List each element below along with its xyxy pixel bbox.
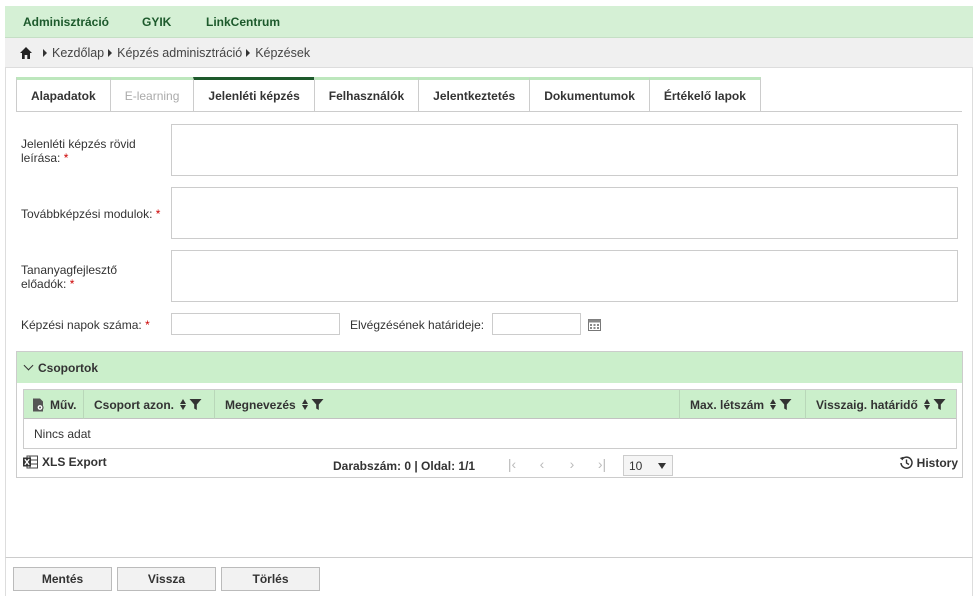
pager: |‹ ‹ › ›|: [497, 455, 617, 473]
empty-row: Nincs adat: [34, 426, 91, 441]
groups-title: Csoportok: [38, 360, 98, 375]
tab-documents[interactable]: Dokumentumok: [529, 77, 649, 112]
filter-icon[interactable]: [779, 398, 792, 411]
tab-enrollment[interactable]: Jelentkeztetés: [418, 77, 530, 112]
required-mark: *: [69, 277, 75, 291]
last-page-icon[interactable]: ›|: [587, 455, 617, 473]
sort-icon[interactable]: [770, 399, 777, 410]
breadcrumb-separator-icon: [108, 48, 113, 57]
top-navigation: Adminisztráció GYIK LinkCentrum: [5, 6, 973, 38]
calendar-icon[interactable]: [588, 318, 601, 331]
presenters-label: Tananyagfejlesztő előadók: *: [21, 263, 118, 291]
record-count: Darabszám: 0 | Oldal: 1/1: [333, 459, 476, 473]
nav-linkcentrum[interactable]: LinkCentrum: [206, 15, 280, 29]
sort-icon[interactable]: [180, 399, 186, 410]
filter-icon[interactable]: [311, 398, 324, 411]
deadline-label: Elvégzésének határideje:: [350, 318, 485, 332]
breadcrumb-trainings[interactable]: Képzések: [255, 46, 310, 60]
next-page-icon[interactable]: ›: [557, 455, 587, 473]
tab-in-person-training[interactable]: Jelenléti képzés: [193, 77, 314, 112]
chevron-down-icon: [658, 463, 666, 469]
training-days-label: Képzési napok száma: *: [21, 318, 150, 332]
home-icon[interactable]: [19, 46, 33, 60]
groups-panel-header[interactable]: Csoportok: [17, 352, 962, 383]
delete-button[interactable]: Törlés: [221, 567, 320, 591]
col-max-headcount[interactable]: Max. létszám: [680, 390, 806, 419]
modules-textarea[interactable]: [171, 187, 958, 239]
col-actions: Műv.: [24, 390, 84, 419]
short-description-textarea[interactable]: [171, 124, 958, 176]
chevron-down-icon: [23, 360, 34, 371]
groups-panel: Csoportok Műv. Csoport azon. Megnevezés …: [16, 351, 963, 478]
col-name[interactable]: Megnevezés: [215, 390, 680, 419]
history-button[interactable]: History: [899, 455, 958, 470]
xls-export-button[interactable]: XLS Export: [23, 455, 107, 469]
action-bar: Mentés Vissza Törlés: [5, 557, 973, 596]
filter-icon[interactable]: [189, 398, 202, 411]
col-group-id[interactable]: Csoport azon.: [84, 390, 215, 419]
breadcrumb-training-admin[interactable]: Képzés adminisztráció: [117, 46, 242, 60]
tab-divider: [16, 111, 962, 112]
deadline-input[interactable]: [492, 313, 581, 335]
groups-table-header: Műv. Csoport azon. Megnevezés Max. létsz…: [24, 390, 956, 419]
tab-users[interactable]: Felhasználók: [313, 77, 419, 112]
nav-administration[interactable]: Adminisztráció: [23, 15, 109, 29]
back-button[interactable]: Vissza: [117, 567, 216, 591]
excel-icon: [23, 455, 38, 469]
tab-e-learning[interactable]: E-learning: [109, 77, 194, 112]
first-page-icon[interactable]: |‹: [497, 455, 527, 473]
tab-basic-data[interactable]: Alapadatok: [16, 77, 110, 112]
tab-evaluation-sheets[interactable]: Értékelő lapok: [648, 77, 761, 112]
required-mark: *: [155, 207, 161, 221]
page-size-select[interactable]: 10: [623, 455, 673, 476]
groups-table-footer: XLS Export Darabszám: 0 | Oldal: 1/1 |‹ …: [17, 449, 962, 477]
groups-table: Műv. Csoport azon. Megnevezés Max. létsz…: [23, 389, 957, 449]
save-button[interactable]: Mentés: [13, 567, 112, 591]
presenters-textarea[interactable]: [171, 250, 958, 302]
required-mark: *: [63, 151, 69, 165]
short-description-label: Jelenléti képzés rövid leírása: *: [21, 137, 136, 165]
sort-icon[interactable]: [301, 399, 308, 410]
tab-bar: Alapadatok E-learning Jelenléti képzés F…: [16, 77, 761, 112]
history-icon: [899, 456, 913, 469]
breadcrumb-home[interactable]: Kezdőlap: [52, 46, 104, 60]
document-settings-icon[interactable]: [32, 398, 45, 412]
breadcrumb-separator-icon: [246, 48, 251, 57]
filter-icon[interactable]: [933, 398, 946, 411]
sort-icon[interactable]: [923, 399, 930, 410]
modules-label: Továbbképzési modulok: *: [21, 207, 161, 221]
breadcrumb-separator-icon: [43, 48, 47, 57]
required-mark: *: [145, 318, 150, 332]
nav-faq[interactable]: GYIK: [142, 15, 171, 29]
training-days-input[interactable]: [171, 313, 340, 335]
main-content: Alapadatok E-learning Jelenléti képzés F…: [5, 68, 973, 557]
col-confirmation-deadline[interactable]: Visszaig. határidő: [806, 390, 956, 419]
prev-page-icon[interactable]: ‹: [527, 455, 557, 473]
breadcrumb: Kezdőlap Képzés adminisztráció Képzések: [5, 38, 973, 68]
